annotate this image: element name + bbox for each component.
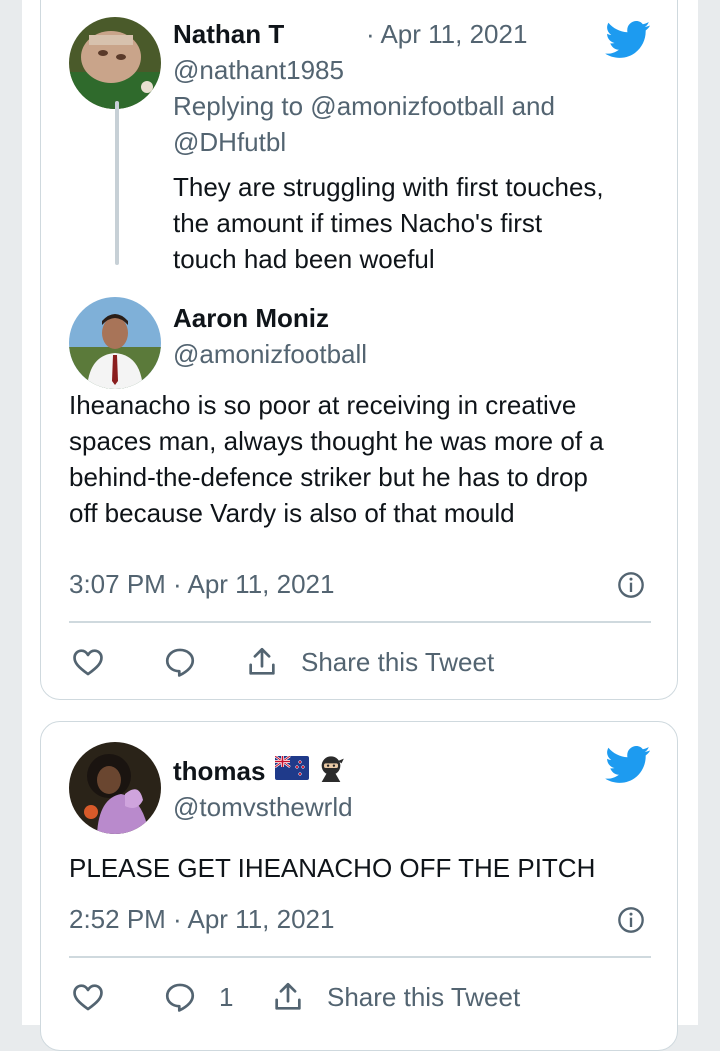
speech-bubble-icon[interactable] bbox=[163, 645, 197, 679]
tweet-date[interactable]: · Apr 11, 2021 bbox=[366, 19, 527, 50]
info-icon[interactable] bbox=[617, 571, 645, 599]
text-line: spaces man, always thought he was more o… bbox=[69, 426, 604, 456]
twitter-bird-icon[interactable] bbox=[605, 746, 651, 784]
text-line: Iheanacho is so poor at receiving in cre… bbox=[69, 390, 577, 420]
divider bbox=[69, 956, 651, 958]
tweet-timestamp[interactable]: 2:52 PM · Apr 11, 2021 bbox=[69, 904, 334, 935]
replying-to-line-2[interactable]: @DHfutbl bbox=[173, 127, 286, 158]
twitter-bird-icon[interactable] bbox=[605, 21, 651, 59]
author-handle[interactable]: @tomvsthewrld bbox=[173, 792, 353, 823]
text-line: off because Vardy is also of that mould bbox=[69, 498, 515, 528]
share-tweet-label[interactable]: Share this Tweet bbox=[327, 982, 520, 1013]
ninja-emoji-icon bbox=[321, 756, 344, 782]
author-name[interactable]: Aaron Moniz bbox=[173, 303, 329, 334]
share-icon[interactable] bbox=[245, 645, 279, 679]
author-name[interactable]: thomas bbox=[173, 756, 265, 787]
new-zealand-flag-icon bbox=[275, 756, 309, 780]
share-tweet-label[interactable]: Share this Tweet bbox=[301, 647, 494, 678]
thread-connector-line bbox=[115, 101, 119, 265]
author-handle[interactable]: @nathant1985 bbox=[173, 55, 344, 86]
author-name[interactable]: Nathan T bbox=[173, 19, 284, 50]
tweet-text: Iheanacho is so poor at receiving in cre… bbox=[69, 387, 604, 531]
text-line: the amount if times Nacho's first bbox=[173, 208, 543, 238]
parent-tweet-text: They are struggling with first touches, … bbox=[173, 169, 604, 277]
tweet-timestamp[interactable]: 3:07 PM · Apr 11, 2021 bbox=[69, 569, 334, 600]
replying-to-line-1[interactable]: Replying to @amonizfootball and bbox=[173, 91, 555, 122]
avatar-aaron[interactable] bbox=[69, 297, 161, 389]
share-icon[interactable] bbox=[271, 980, 305, 1014]
reply-count[interactable]: 1 bbox=[219, 982, 233, 1013]
speech-bubble-icon[interactable] bbox=[163, 980, 197, 1014]
avatar-nathan[interactable] bbox=[69, 17, 161, 109]
text-line: They are struggling with first touches, bbox=[173, 172, 604, 202]
author-handle[interactable]: @amonizfootball bbox=[173, 339, 367, 370]
heart-icon[interactable] bbox=[71, 980, 105, 1014]
divider bbox=[69, 621, 651, 623]
tweet-text: PLEASE GET IHEANACHO OFF THE PITCH bbox=[69, 853, 596, 883]
heart-icon[interactable] bbox=[71, 645, 105, 679]
tweet-card[interactable]: Nathan T · Apr 11, 2021 @nathant1985 Rep… bbox=[40, 0, 678, 700]
text-line: behind-the-defence striker but he has to… bbox=[69, 462, 588, 492]
tweet-card[interactable]: thomas @tomvsthewrld PLEASE GET IHEANACH… bbox=[40, 721, 678, 1051]
avatar-thomas[interactable] bbox=[69, 742, 161, 834]
info-icon[interactable] bbox=[617, 906, 645, 934]
text-line: touch had been woeful bbox=[173, 244, 435, 274]
